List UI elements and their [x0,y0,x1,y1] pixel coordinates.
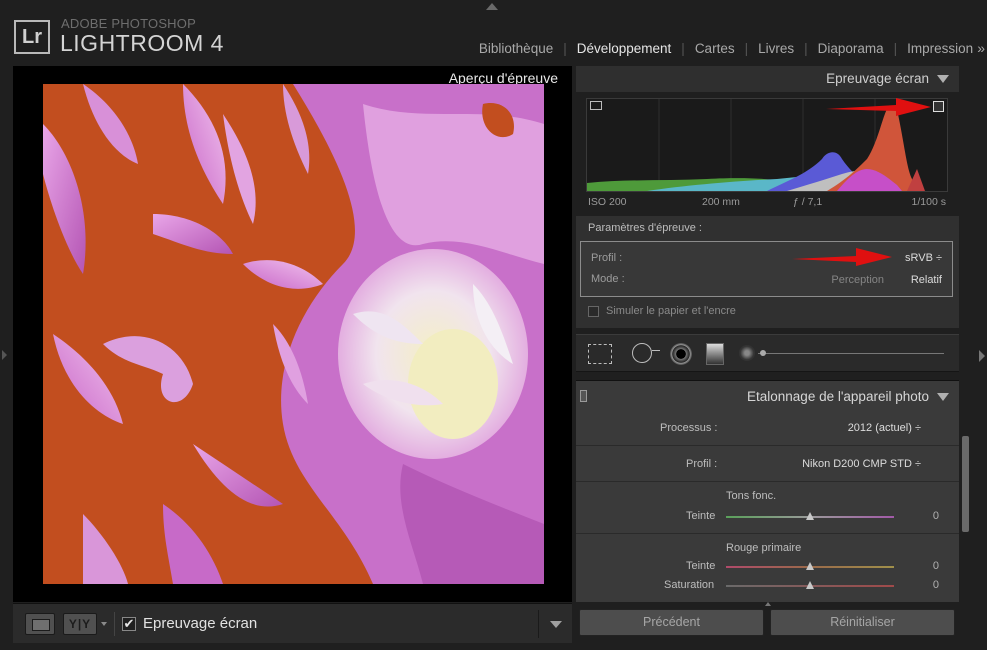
collapse-triangle-icon[interactable] [937,393,949,401]
right-panel: Epreuvage écran ISO 200 200 mm ƒ / 7,1 1… [572,66,963,650]
process-select[interactable]: 2012 (actuel) ÷ [848,422,921,434]
lightroom-window: Lr ADOBE PHOTOSHOP LIGHTROOM 4 Bibliothè… [0,0,987,650]
more-modules-icon[interactable]: » [977,40,985,56]
shadows-tint-thumb[interactable] [806,512,814,520]
process-row: Processus : 2012 (actuel) ÷ [576,412,959,446]
red-arrow-annotation-icon [826,98,931,116]
tool-strip [576,334,959,372]
previous-button[interactable]: Précédent [579,609,764,636]
spot-removal-arrow [652,350,660,351]
reset-button[interactable]: Réinitialiser [770,609,955,636]
red-saturation-thumb[interactable] [806,581,814,589]
panel-scrollbar[interactable] [962,436,969,532]
process-label: Processus : [660,422,718,434]
shadows-tint-label: Teinte [686,510,716,522]
image-viewer[interactable]: Aperçu d'épreuve [13,66,572,602]
bottom-toolbar: Y|Y ✔ Epreuvage écran [13,603,572,643]
collapse-top-panel-icon[interactable] [486,3,498,10]
dahlia-image [43,84,544,584]
lightroom-logo: Lr [14,20,50,54]
mode-relative-option[interactable]: Relatif [911,274,942,286]
shadows-title: Tons fonc. [726,490,777,502]
soft-proof-checkbox[interactable]: ✔ [122,617,136,631]
exif-iso: ISO 200 [588,196,627,208]
soft-proof-label[interactable]: Epreuvage écran [143,615,257,632]
expand-left-panel-icon[interactable] [2,350,7,360]
red-primary-title: Rouge primaire [726,542,802,554]
module-book[interactable]: Livres [748,41,804,56]
app-header: Lr ADOBE PHOTOSHOP LIGHTROOM 4 Bibliothè… [0,0,987,66]
calibration-profile-label: Profil : [686,458,718,470]
simulate-paper-label[interactable]: Simuler le papier et l'encre [606,305,736,317]
module-library[interactable]: Bibliothèque [469,41,563,56]
red-eye-icon[interactable] [670,343,692,365]
loupe-view-button[interactable] [25,613,55,635]
proof-settings: Paramètres d'épreuve : Profil : sRVB ÷ M… [576,216,959,328]
toolbar-separator [114,612,115,636]
mode-label: Mode : [591,273,625,285]
tool-slider-track[interactable] [758,353,944,354]
red-tint-label: Teinte [686,560,716,572]
brand-subtitle: ADOBE PHOTOSHOP [61,16,196,31]
soft-proof-panel-header[interactable]: Epreuvage écran [576,66,959,92]
exif-focal-length: 200 mm [702,196,740,208]
module-picker: Bibliothèque | Développement | Cartes | … [469,40,985,56]
before-after-button[interactable]: Y|Y [63,613,97,635]
red-tint-thumb[interactable] [806,562,814,570]
simulate-paper-checkbox[interactable] [588,306,599,317]
proof-settings-box: Profil : sRVB ÷ Mode : Perception Relati… [580,241,953,297]
spot-removal-icon[interactable] [632,343,652,363]
adjustment-brush-icon[interactable] [739,345,755,361]
module-slideshow[interactable]: Diaporama [808,41,894,56]
monitor-gamut-icon[interactable] [590,101,602,110]
calibration-profile-row: Profil : Nikon D200 CMP STD ÷ [576,446,959,482]
exif-shutter: 1/100 s [911,196,946,208]
calibration-profile-select[interactable]: Nikon D200 CMP STD ÷ [802,458,921,470]
toolbar-menu-icon[interactable] [538,610,572,638]
camera-calibration-title: Etalonnage de l'appareil photo [747,389,929,404]
crop-tool-icon[interactable] [588,344,612,364]
camera-calibration-header[interactable]: Etalonnage de l'appareil photo [576,380,959,412]
red-saturation-label: Saturation [664,579,715,591]
brand-title: LIGHTROOM 4 [60,30,224,56]
soft-proof-panel-title: Epreuvage écran [826,71,929,86]
red-primary-section: Rouge primaire Teinte 0 Saturation 0 [576,534,959,602]
panel-switch-icon[interactable] [580,390,587,402]
before-after-menu-icon[interactable] [101,622,107,626]
mode-perception-option[interactable]: Perception [831,274,884,286]
module-develop[interactable]: Développement [567,41,682,56]
dahlia-photo[interactable] [43,84,544,584]
exif-aperture: ƒ / 7,1 [793,196,823,208]
red-saturation-value[interactable]: 0 [933,579,939,591]
collapse-right-panel-icon[interactable] [979,350,985,362]
module-print[interactable]: Impression [897,41,975,56]
graduated-filter-icon[interactable] [706,343,724,365]
proof-settings-title: Paramètres d'épreuve : [588,222,702,234]
collapse-triangle-icon[interactable] [937,75,949,83]
profile-select[interactable]: sRVB ÷ [905,252,942,264]
camera-calibration-panel: Processus : 2012 (actuel) ÷ Profil : Nik… [576,412,959,602]
red-tint-value[interactable]: 0 [933,560,939,572]
histogram-exif-info: ISO 200 200 mm ƒ / 7,1 1/100 s [586,196,948,210]
module-map[interactable]: Cartes [685,41,745,56]
shadows-tint-value[interactable]: 0 [933,510,939,522]
shadows-section: Tons fonc. Teinte 0 [576,482,959,534]
red-arrow-annotation-icon [792,248,892,266]
panel-end-marker-icon [765,602,771,606]
profile-label: Profil : [591,252,623,264]
tool-slider-thumb[interactable] [760,350,766,356]
